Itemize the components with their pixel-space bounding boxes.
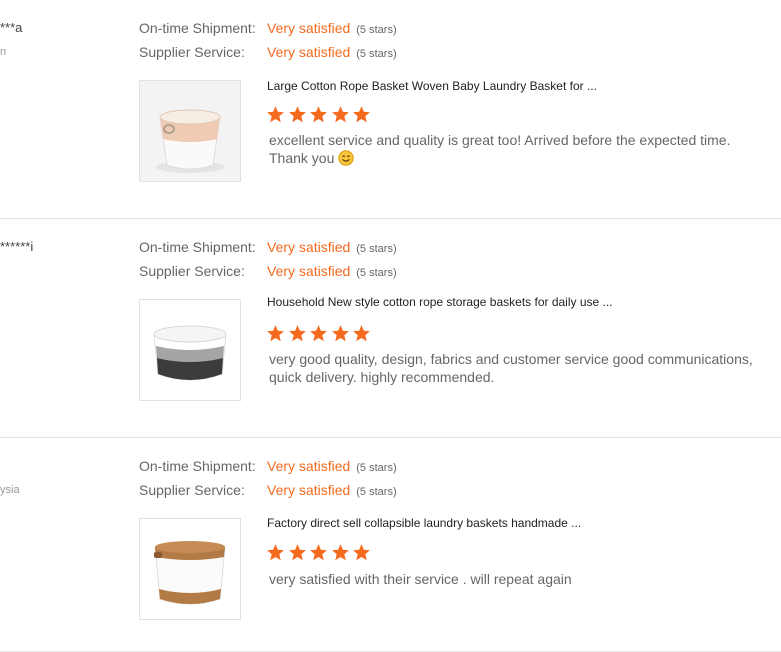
buyer-country: n	[0, 46, 7, 58]
shipment-rating: Very satisfied	[267, 20, 351, 36]
shipment-rating-row: On-time Shipment: Very satisfied (5 stars)	[139, 239, 397, 257]
review-comment-text: very satisfied with their service . will…	[269, 571, 572, 587]
service-label: Supplier Service:	[139, 44, 245, 60]
product-thumbnail[interactable]	[139, 299, 241, 401]
basket-image-icon	[140, 519, 240, 619]
shipment-label: On-time Shipment:	[139, 458, 256, 474]
service-rating: Very satisfied	[267, 263, 351, 279]
product-title-link[interactable]: Household New style cotton rope storage …	[267, 295, 613, 309]
star-icon	[288, 325, 306, 342]
shipment-label: On-time Shipment:	[139, 20, 256, 36]
product-thumbnail[interactable]	[139, 80, 241, 182]
service-rating-row: Supplier Service: Very satisfied (5 stars)	[139, 263, 397, 281]
star-icon	[310, 325, 327, 342]
product-title-link[interactable]: Factory direct sell collapsible laundry …	[267, 516, 581, 530]
shipment-stars: (5 stars)	[356, 462, 397, 474]
star-icon	[331, 106, 349, 123]
shipment-rating: Very satisfied	[267, 239, 351, 255]
shipment-rating-row: On-time Shipment: Very satisfied (5 stars)	[139, 20, 397, 38]
product-star-rating	[266, 543, 374, 563]
service-stars: (5 stars)	[356, 48, 397, 60]
review-comment: very good quality, design, fabrics and c…	[269, 350, 769, 386]
product-title-link[interactable]: Large Cotton Rope Basket Woven Baby Laun…	[267, 79, 597, 93]
shipment-stars: (5 stars)	[356, 243, 397, 255]
service-stars: (5 stars)	[356, 486, 397, 498]
service-rating-row: Supplier Service: Very satisfied (5 stars)	[139, 44, 397, 62]
review-comment-text: very good quality, design, fabrics and c…	[269, 351, 753, 385]
review-card: ***a n On-time Shipment: Very satisfied (5…	[0, 0, 781, 219]
star-icon	[353, 106, 370, 123]
review-card: ysia On-time Shipment: Very satisfied (5 s…	[0, 438, 781, 652]
service-label: Supplier Service:	[139, 263, 245, 279]
star-icon	[353, 325, 370, 342]
service-rating: Very satisfied	[267, 482, 351, 498]
product-thumbnail[interactable]	[139, 518, 241, 620]
star-icon	[288, 544, 306, 561]
star-icon	[331, 325, 349, 342]
star-icon	[353, 544, 370, 561]
review-card: ******i On-time Shipment: Very satisfied (…	[0, 219, 781, 438]
buyer-name: ******i	[0, 239, 34, 254]
star-icon	[288, 106, 306, 123]
shipment-label: On-time Shipment:	[139, 239, 256, 255]
basket-image-icon	[140, 300, 240, 400]
star-icon	[267, 106, 284, 123]
product-star-rating	[266, 324, 374, 344]
star-icon	[331, 544, 349, 561]
star-icon	[267, 325, 284, 342]
star-icon	[310, 544, 327, 561]
service-stars: (5 stars)	[356, 267, 397, 279]
review-comment: excellent service and quality is great t…	[269, 131, 769, 170]
review-comment: very satisfied with their service . will…	[269, 570, 769, 588]
shipment-stars: (5 stars)	[356, 24, 397, 36]
smile-emoji-icon	[338, 150, 354, 170]
star-icon	[310, 106, 327, 123]
basket-image-icon	[140, 81, 240, 181]
buyer-name: ***a	[0, 20, 23, 35]
service-label: Supplier Service:	[139, 482, 245, 498]
shipment-rating: Very satisfied	[267, 458, 351, 474]
buyer-country: ysia	[0, 484, 20, 496]
product-star-rating	[266, 105, 374, 125]
service-rating-row: Supplier Service: Very satisfied (5 stars)	[139, 482, 397, 500]
star-icon	[267, 544, 284, 561]
service-rating: Very satisfied	[267, 44, 351, 60]
shipment-rating-row: On-time Shipment: Very satisfied (5 stars)	[139, 458, 397, 476]
